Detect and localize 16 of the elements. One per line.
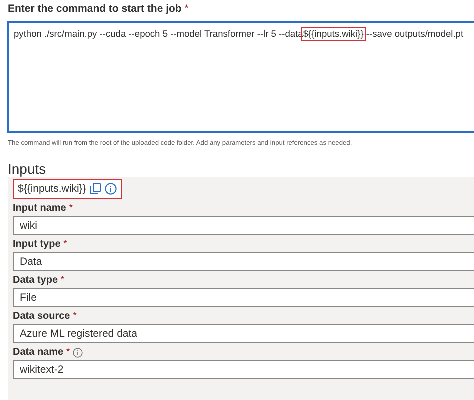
- section-heading: Inputs: [8, 161, 48, 177]
- input-field[interactable]: Azure ML registered data: [13, 324, 474, 343]
- field-label: Input name *: [13, 203, 74, 214]
- field-label: Data name *: [13, 347, 70, 358]
- info-icon[interactable]: [105, 183, 118, 195]
- input-field[interactable]: wiki: [13, 216, 474, 235]
- copy-icon[interactable]: [90, 183, 102, 195]
- field-label: Data type *: [13, 275, 65, 286]
- field-label: Data source *: [13, 311, 77, 322]
- field-label: Input type *: [13, 239, 68, 250]
- input-field[interactable]: File: [13, 288, 474, 307]
- input-field[interactable]: wikitext-2: [13, 360, 474, 379]
- info-icon[interactable]: [73, 348, 84, 358]
- input-reference: ${{inputs.wiki}}: [18, 183, 86, 195]
- command-label: Enter the command to start the job *: [8, 3, 190, 17]
- input-field[interactable]: Data: [13, 252, 474, 271]
